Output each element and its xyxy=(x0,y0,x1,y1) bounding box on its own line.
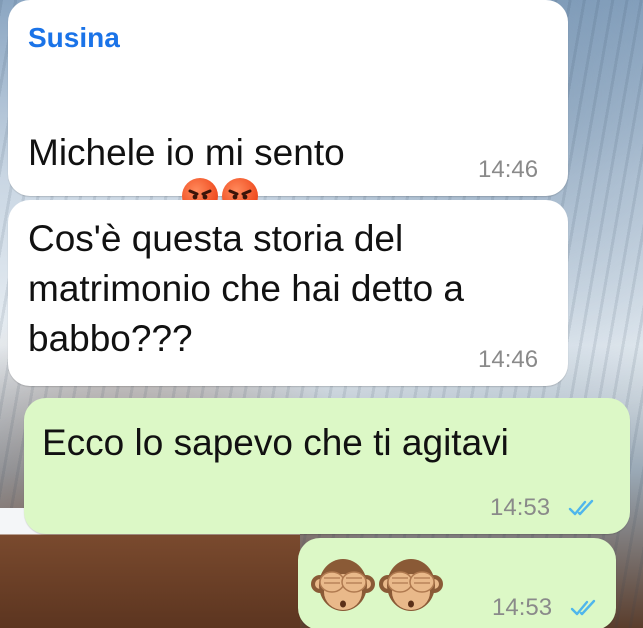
message-bubble-outgoing[interactable]: 14:53 xyxy=(298,538,616,628)
see-no-evil-monkey-icon xyxy=(379,559,443,611)
message-timestamp: 14:46 xyxy=(478,346,539,373)
see-no-evil-monkey-icon xyxy=(311,559,375,611)
message-text: Ecco lo sapevo che ti agitavi xyxy=(42,422,509,463)
message-bubble-incoming[interactable]: Cos'è questa storia del matrimonio che h… xyxy=(8,200,568,386)
double-check-icon xyxy=(570,599,596,616)
message-bubble-outgoing[interactable]: Ecco lo sapevo che ti agitavi 14:53 xyxy=(24,398,630,534)
message-bubble-incoming[interactable]: Susina Michele io mi sento indignata 14:… xyxy=(8,0,568,269)
message-timestamp: 14:46 xyxy=(478,156,539,183)
message-timestamp: 14:53 xyxy=(492,594,553,621)
sender-name[interactable]: Susina xyxy=(28,22,120,54)
message-text: Cos'è questa storia del matrimonio che h… xyxy=(28,218,465,359)
message-timestamp: 14:53 xyxy=(490,494,551,521)
double-check-icon xyxy=(568,499,594,516)
